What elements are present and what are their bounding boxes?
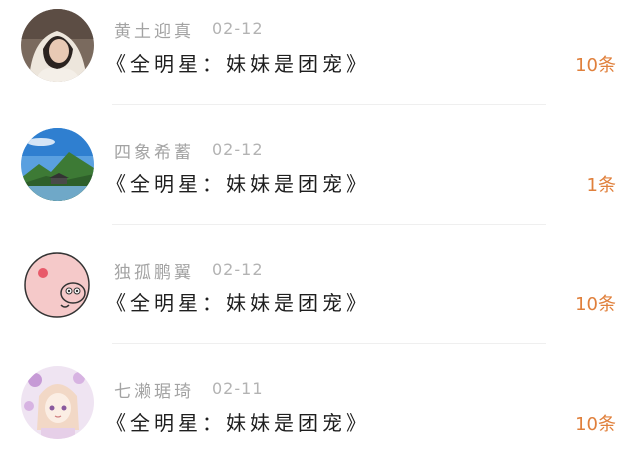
anime-girl-avatar-icon [21, 366, 94, 439]
post-date: 02-12 [212, 19, 264, 38]
avatar[interactable] [21, 366, 94, 439]
username[interactable]: 独孤鹏翼 [114, 258, 194, 283]
reply-count[interactable]: 10条 [575, 290, 616, 316]
comment-title[interactable]: 《全明星：妹妹是团宠》 [106, 287, 370, 316]
post-date: 02-12 [212, 140, 264, 159]
username[interactable]: 黄土迎真 [114, 17, 194, 42]
avatar[interactable] [21, 9, 94, 82]
post-date: 02-12 [212, 260, 264, 279]
divider [112, 343, 546, 344]
cartoon-pig-avatar-icon [21, 247, 94, 320]
divider [112, 104, 546, 105]
comment-title[interactable]: 《全明星：妹妹是团宠》 [106, 48, 370, 77]
avatar[interactable] [21, 247, 94, 320]
list-item[interactable]: 黄土迎真 02-12 《全明星：妹妹是团宠》 10条 [0, 0, 640, 118]
reply-count[interactable]: 1条 [587, 171, 616, 197]
post-date: 02-11 [212, 379, 264, 398]
list-item[interactable]: 四象希蓄 02-12 《全明星：妹妹是团宠》 1条 [0, 118, 640, 236]
reply-count[interactable]: 10条 [575, 51, 616, 77]
divider [112, 224, 546, 225]
comment-list: 黄土迎真 02-12 《全明星：妹妹是团宠》 10条 四象希蓄 02-12 《全… [0, 0, 640, 457]
girl-photo-avatar-icon [21, 9, 94, 82]
landscape-avatar-icon [21, 128, 94, 201]
comment-title[interactable]: 《全明星：妹妹是团宠》 [106, 407, 370, 436]
username[interactable]: 七濑琚琦 [114, 377, 194, 402]
list-item[interactable]: 独孤鹏翼 02-12 《全明星：妹妹是团宠》 10条 [0, 236, 640, 354]
avatar[interactable] [21, 128, 94, 201]
reply-count[interactable]: 10条 [575, 410, 616, 436]
username[interactable]: 四象希蓄 [114, 138, 194, 163]
comment-title[interactable]: 《全明星：妹妹是团宠》 [106, 168, 370, 197]
list-item[interactable]: 七濑琚琦 02-11 《全明星：妹妹是团宠》 10条 [0, 356, 640, 474]
